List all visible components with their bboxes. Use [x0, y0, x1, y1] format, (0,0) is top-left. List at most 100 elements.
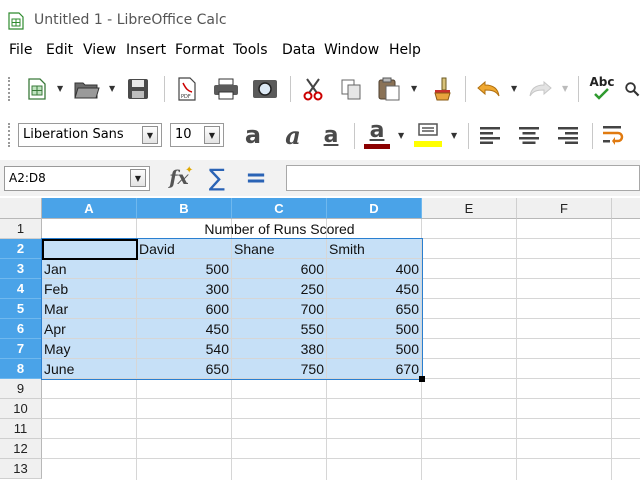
bold-icon[interactable]: a: [238, 120, 268, 150]
column-header-a[interactable]: A: [42, 198, 137, 219]
find-icon[interactable]: [624, 76, 640, 102]
month-cell[interactable]: June: [42, 359, 137, 379]
align-right-icon[interactable]: [554, 121, 582, 149]
row-header-10[interactable]: 10: [0, 399, 42, 419]
value-cell[interactable]: 380: [232, 339, 327, 359]
undo-dropdown-icon[interactable]: ▼: [511, 84, 517, 93]
month-cell[interactable]: Apr: [42, 319, 137, 339]
paste-dropdown-icon[interactable]: ▼: [411, 84, 417, 93]
align-left-icon[interactable]: [476, 121, 504, 149]
row-header-9[interactable]: 9: [0, 379, 42, 399]
new-dropdown-icon[interactable]: ▼: [57, 84, 63, 93]
row-header-12[interactable]: 12: [0, 439, 42, 459]
formula-icon[interactable]: =: [242, 163, 270, 193]
export-pdf-icon[interactable]: PDF: [174, 76, 200, 102]
cut-icon[interactable]: [299, 76, 327, 102]
value-cell[interactable]: 500: [327, 339, 422, 359]
month-cell[interactable]: Jan: [42, 259, 137, 279]
value-cell[interactable]: 700: [232, 299, 327, 319]
column-header-c[interactable]: C: [232, 198, 327, 219]
row-header-7[interactable]: 7: [0, 339, 42, 359]
formula-input[interactable]: [286, 165, 640, 191]
month-cell[interactable]: Mar: [42, 299, 137, 319]
font-color-icon[interactable]: a: [362, 118, 392, 150]
print-icon[interactable]: [211, 76, 241, 102]
value-cell[interactable]: 650: [327, 299, 422, 319]
highlight-dropdown-icon[interactable]: ▼: [451, 131, 457, 140]
clone-formatting-icon[interactable]: [426, 76, 454, 102]
value-cell[interactable]: 450: [137, 319, 232, 339]
header-cell[interactable]: Shane: [232, 239, 327, 259]
function-wizard-icon[interactable]: fx ✦: [164, 164, 194, 192]
spreadsheet-grid[interactable]: A B C D E F 1 2 3 4 5 6 7 8 9 10 11 12 1…: [0, 198, 640, 480]
menu-insert[interactable]: Insert: [126, 42, 166, 58]
header-cell[interactable]: David: [137, 239, 232, 259]
menu-file[interactable]: File: [9, 42, 32, 58]
open-dropdown-icon[interactable]: ▼: [109, 84, 115, 93]
value-cell[interactable]: 540: [137, 339, 232, 359]
row-header-11[interactable]: 11: [0, 419, 42, 439]
value-cell[interactable]: 500: [327, 319, 422, 339]
font-size-dropdown-icon[interactable]: ▼: [204, 126, 220, 144]
value-cell[interactable]: 250: [232, 279, 327, 299]
italic-icon[interactable]: a: [278, 120, 308, 150]
header-cell[interactable]: Smith: [327, 239, 422, 259]
redo-icon[interactable]: [525, 76, 555, 102]
column-header-d[interactable]: D: [327, 198, 422, 219]
value-cell[interactable]: 450: [327, 279, 422, 299]
column-header-b[interactable]: B: [137, 198, 232, 219]
month-cell[interactable]: Feb: [42, 279, 137, 299]
active-cell-a2[interactable]: [42, 239, 138, 260]
sum-icon[interactable]: ∑: [203, 164, 231, 192]
name-box-dropdown-icon[interactable]: ▼: [130, 169, 146, 187]
spelling-icon[interactable]: Abc: [586, 72, 618, 104]
select-all-corner[interactable]: [0, 198, 42, 219]
value-cell[interactable]: 750: [232, 359, 327, 379]
row-header-3[interactable]: 3: [0, 259, 42, 279]
underline-icon[interactable]: a: [316, 120, 346, 150]
column-header-e[interactable]: E: [422, 198, 517, 219]
value-cell[interactable]: 300: [137, 279, 232, 299]
align-center-icon[interactable]: [515, 121, 543, 149]
name-box[interactable]: A2:D8: [4, 166, 150, 191]
value-cell[interactable]: 600: [232, 259, 327, 279]
row-header-13[interactable]: 13: [0, 459, 42, 479]
row-header-2[interactable]: 2: [0, 239, 42, 259]
menu-window[interactable]: Window: [324, 42, 379, 58]
font-name-box[interactable]: Liberation Sans: [18, 123, 162, 147]
menu-data[interactable]: Data: [282, 42, 315, 58]
print-preview-icon[interactable]: [250, 76, 280, 102]
save-icon[interactable]: [124, 76, 152, 102]
menu-tools[interactable]: Tools: [233, 42, 268, 58]
value-cell[interactable]: 550: [232, 319, 327, 339]
undo-icon[interactable]: [474, 76, 504, 102]
column-header-g[interactable]: [612, 198, 640, 219]
menu-format[interactable]: Format: [175, 42, 224, 58]
row-header-4[interactable]: 4: [0, 279, 42, 299]
value-cell[interactable]: 500: [137, 259, 232, 279]
column-header-f[interactable]: F: [517, 198, 612, 219]
new-icon[interactable]: [24, 76, 50, 102]
menu-help[interactable]: Help: [389, 42, 421, 58]
open-icon[interactable]: [72, 76, 102, 102]
toolbar-grip[interactable]: [8, 77, 12, 101]
row-header-1[interactable]: 1: [0, 219, 42, 239]
font-name-dropdown-icon[interactable]: ▼: [142, 126, 158, 144]
toolbar-grip[interactable]: [8, 123, 12, 147]
value-cell[interactable]: 650: [137, 359, 232, 379]
value-cell[interactable]: 670: [327, 359, 422, 379]
copy-icon[interactable]: [337, 76, 365, 102]
value-cell[interactable]: 400: [327, 259, 422, 279]
paste-icon[interactable]: [374, 76, 404, 102]
row-header-6[interactable]: 6: [0, 319, 42, 339]
redo-dropdown-icon[interactable]: ▼: [562, 84, 568, 93]
table-title-cell[interactable]: Number of Runs Scored: [137, 219, 422, 239]
menu-edit[interactable]: Edit: [46, 42, 73, 58]
font-color-dropdown-icon[interactable]: ▼: [398, 131, 404, 140]
wrap-text-icon[interactable]: [600, 121, 628, 149]
row-header-8[interactable]: 8: [0, 359, 42, 379]
menu-view[interactable]: View: [83, 42, 116, 58]
highlight-icon[interactable]: [412, 118, 444, 150]
row-header-5[interactable]: 5: [0, 299, 42, 319]
value-cell[interactable]: 600: [137, 299, 232, 319]
